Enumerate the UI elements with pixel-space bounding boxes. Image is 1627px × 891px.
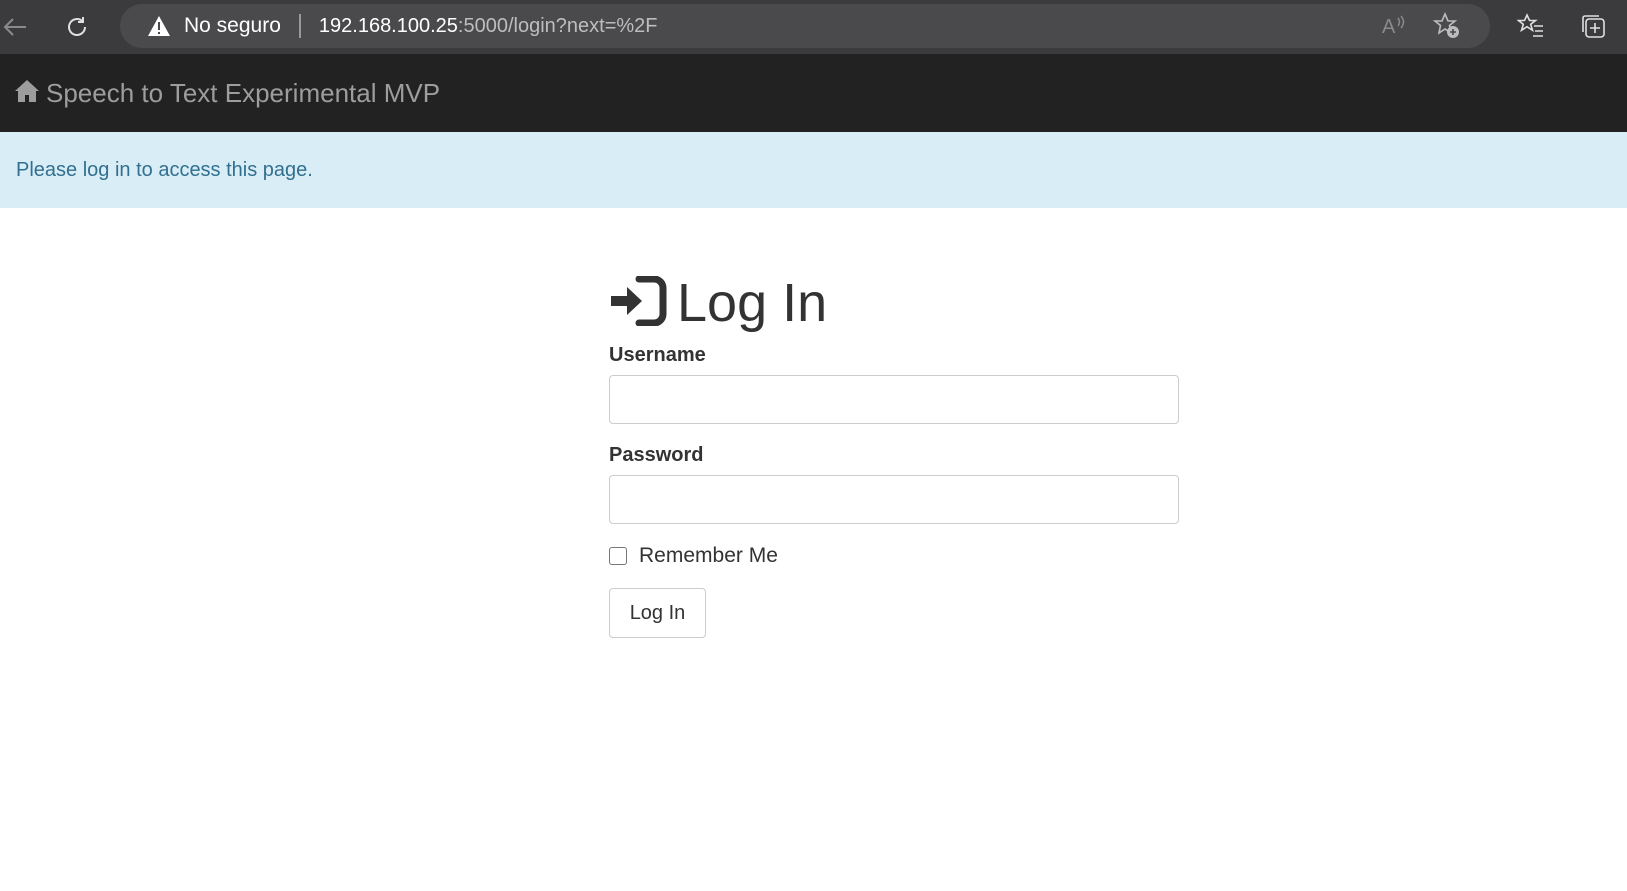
back-arrow-icon[interactable] <box>0 12 30 42</box>
divider <box>298 14 301 38</box>
flash-alert: Please log in to access this page. <box>0 132 1627 208</box>
address-bar[interactable]: No seguro 192.168.100.25:5000/login?next… <box>120 4 1490 48</box>
log-in-button[interactable]: Log In <box>609 588 706 638</box>
remember-me-row[interactable]: Remember Me <box>609 544 1181 568</box>
alert-message: Please log in to access this page. <box>16 158 313 181</box>
login-form: Log In Username Password Remember Me Log… <box>609 270 1181 638</box>
username-group: Username <box>609 344 1181 424</box>
brand-link[interactable]: Speech to Text Experimental MVP <box>14 78 440 109</box>
add-favorite-icon[interactable] <box>1432 11 1460 45</box>
read-aloud-icon[interactable]: A <box>1380 12 1406 45</box>
page-title-text: Log In <box>677 273 828 333</box>
username-label: Username <box>609 344 706 366</box>
password-label: Password <box>609 444 704 466</box>
username-field[interactable] <box>609 375 1179 424</box>
home-icon <box>14 78 40 109</box>
favorites-icon[interactable] <box>1516 12 1545 45</box>
brand-text: Speech to Text Experimental MVP <box>46 77 441 108</box>
password-group: Password <box>609 444 1181 524</box>
url-host: 192.168.100.25 <box>318 14 458 37</box>
url-path: :5000/login?next=%2F <box>457 14 658 37</box>
collections-icon[interactable] <box>1579 12 1607 45</box>
page-title: Log In <box>609 270 1181 336</box>
browser-toolbar: No seguro 192.168.100.25:5000/login?next… <box>0 0 1627 54</box>
top-navbar: Speech to Text Experimental MVP <box>0 54 1627 132</box>
svg-text:A: A <box>1382 16 1396 38</box>
security-status[interactable]: No seguro <box>184 14 281 38</box>
reload-icon[interactable] <box>62 12 92 42</box>
remember-me-label[interactable]: Remember Me <box>639 544 778 568</box>
password-field[interactable] <box>609 475 1179 524</box>
remember-me-checkbox[interactable] <box>609 547 627 565</box>
warning-icon[interactable] <box>146 13 172 39</box>
log-in-icon <box>609 275 667 331</box>
